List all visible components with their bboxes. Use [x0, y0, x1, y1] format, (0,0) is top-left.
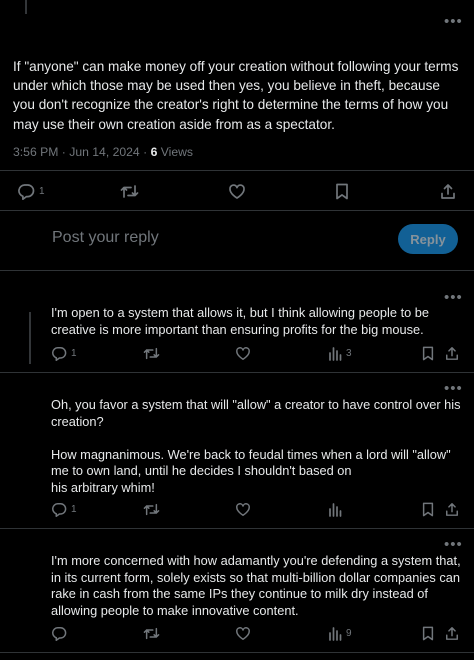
reply-action[interactable]: 1 [51, 502, 77, 517]
repost-action[interactable] [143, 346, 160, 361]
share-action[interactable] [445, 626, 459, 641]
reply-count: 1 [39, 186, 45, 197]
more-dots-icon[interactable]: ••• [444, 290, 463, 305]
heart-icon [235, 626, 251, 641]
share-action[interactable] [440, 183, 456, 200]
speech-bubble-icon [51, 346, 67, 361]
divider [0, 652, 474, 653]
divider [0, 170, 474, 171]
bookmark-icon [334, 183, 350, 200]
bookmark-action[interactable] [421, 626, 435, 641]
thread-line [29, 312, 31, 364]
post-meta: 3:56 PM · Jun 14, 2024 · 6 Views [13, 145, 193, 159]
repost-action[interactable] [120, 183, 139, 200]
views-action[interactable]: 3 [328, 346, 352, 361]
post-time: 3:56 PM [13, 145, 59, 159]
repost-arrows-icon [143, 346, 160, 361]
share-action[interactable] [445, 346, 459, 361]
share-arrow-icon [445, 502, 459, 517]
like-action[interactable] [228, 183, 246, 200]
share-arrow-icon [440, 183, 456, 200]
thread-top-line [25, 0, 27, 14]
like-action[interactable] [235, 626, 251, 641]
speech-bubble-icon [17, 183, 35, 200]
repost-arrows-icon [143, 502, 160, 517]
reply-button[interactable]: Reply [398, 224, 458, 254]
reply-input[interactable]: Post your reply [52, 229, 159, 247]
repost-arrows-icon [120, 183, 139, 200]
views-label: Views [160, 145, 194, 159]
like-action[interactable] [235, 502, 251, 517]
bookmark-action[interactable] [421, 346, 435, 361]
reply-text: I'm open to a system that allows it, but… [51, 305, 430, 337]
share-arrow-icon [445, 626, 459, 641]
reply-action[interactable] [51, 626, 71, 641]
share-action[interactable] [445, 502, 459, 517]
meta-separator: · [61, 145, 66, 159]
reply-count: 1 [71, 348, 77, 359]
more-dots-icon[interactable]: ••• [444, 14, 463, 29]
speech-bubble-icon [51, 502, 67, 517]
heart-icon [228, 183, 246, 200]
bar-chart-icon [328, 626, 342, 641]
bookmark-action[interactable] [421, 502, 435, 517]
more-dots-icon[interactable]: ••• [444, 537, 463, 552]
views-count: 9 [346, 628, 352, 639]
share-arrow-icon [445, 346, 459, 361]
bar-chart-icon [328, 502, 342, 517]
divider [0, 270, 474, 271]
views-count: 3 [346, 348, 352, 359]
post-date[interactable]: Jun 14, 2024 [69, 145, 139, 159]
repost-action[interactable] [143, 626, 160, 641]
like-action[interactable] [235, 346, 251, 361]
bar-chart-icon [328, 346, 342, 361]
post-text: If "anyone" can make money off your crea… [13, 59, 459, 132]
heart-icon [235, 502, 251, 517]
reply-text: I'm more concerned with how adamantly yo… [51, 553, 461, 618]
repost-action[interactable] [143, 502, 160, 517]
divider [0, 528, 474, 529]
bookmark-icon [421, 502, 435, 517]
views-action[interactable]: 9 [328, 626, 352, 641]
reply-action[interactable]: 1 [17, 183, 45, 200]
bookmark-icon [421, 346, 435, 361]
divider [0, 372, 474, 373]
bookmark-icon [421, 626, 435, 641]
reply-placeholder: Post your reply [52, 229, 159, 246]
repost-arrows-icon [143, 626, 160, 641]
divider [0, 210, 474, 211]
views-count: 6 [150, 145, 158, 159]
reply-action[interactable]: 1 [51, 346, 77, 361]
views-action[interactable] [328, 502, 346, 517]
heart-icon [235, 346, 251, 361]
bookmark-action[interactable] [334, 183, 350, 200]
more-dots-icon[interactable]: ••• [444, 381, 463, 396]
speech-bubble-icon [51, 626, 67, 641]
reply-count: 1 [71, 504, 77, 515]
meta-separator: · [143, 145, 148, 159]
reply-text: Oh, you favor a system that will "allow"… [51, 397, 461, 495]
